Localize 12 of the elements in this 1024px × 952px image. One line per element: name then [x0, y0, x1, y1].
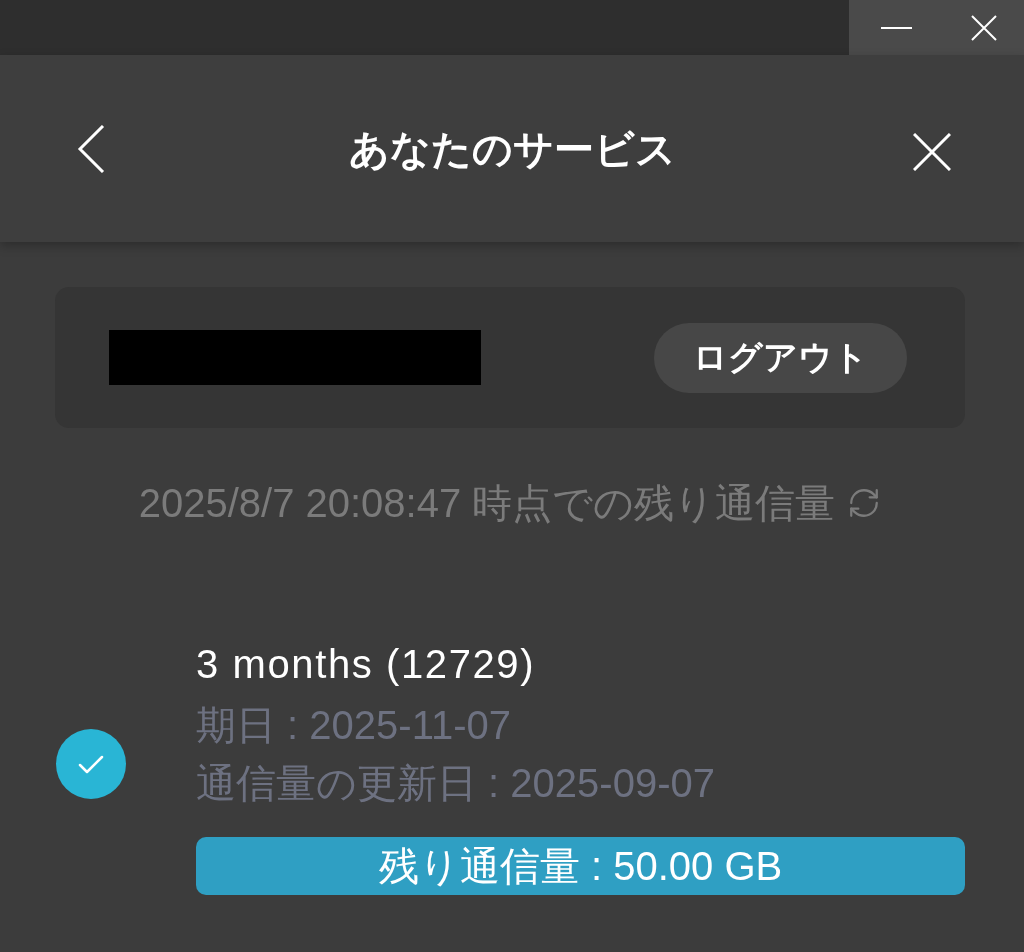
plan-title: 3 months (12729)	[196, 641, 536, 688]
check-circle-icon[interactable]	[56, 728, 126, 799]
renewal-date: 通信量の更新日 : 2025-09-07	[196, 760, 715, 807]
chevron-left-icon[interactable]	[77, 124, 105, 173]
logout-button[interactable]: ログアウト	[654, 322, 907, 393]
close-icon[interactable]	[913, 132, 951, 171]
remaining-data-bar: 残り通信量 : 50.00 GB	[196, 837, 965, 895]
page-title: あなたのサービス	[348, 125, 676, 173]
minimize-icon[interactable]	[880, 26, 912, 29]
usage-timestamp: 2025/8/7 20:08:47 時点での残り通信量	[138, 480, 836, 527]
expiry-date: 期日 : 2025-11-07	[196, 702, 511, 749]
close-icon[interactable]	[970, 14, 997, 41]
